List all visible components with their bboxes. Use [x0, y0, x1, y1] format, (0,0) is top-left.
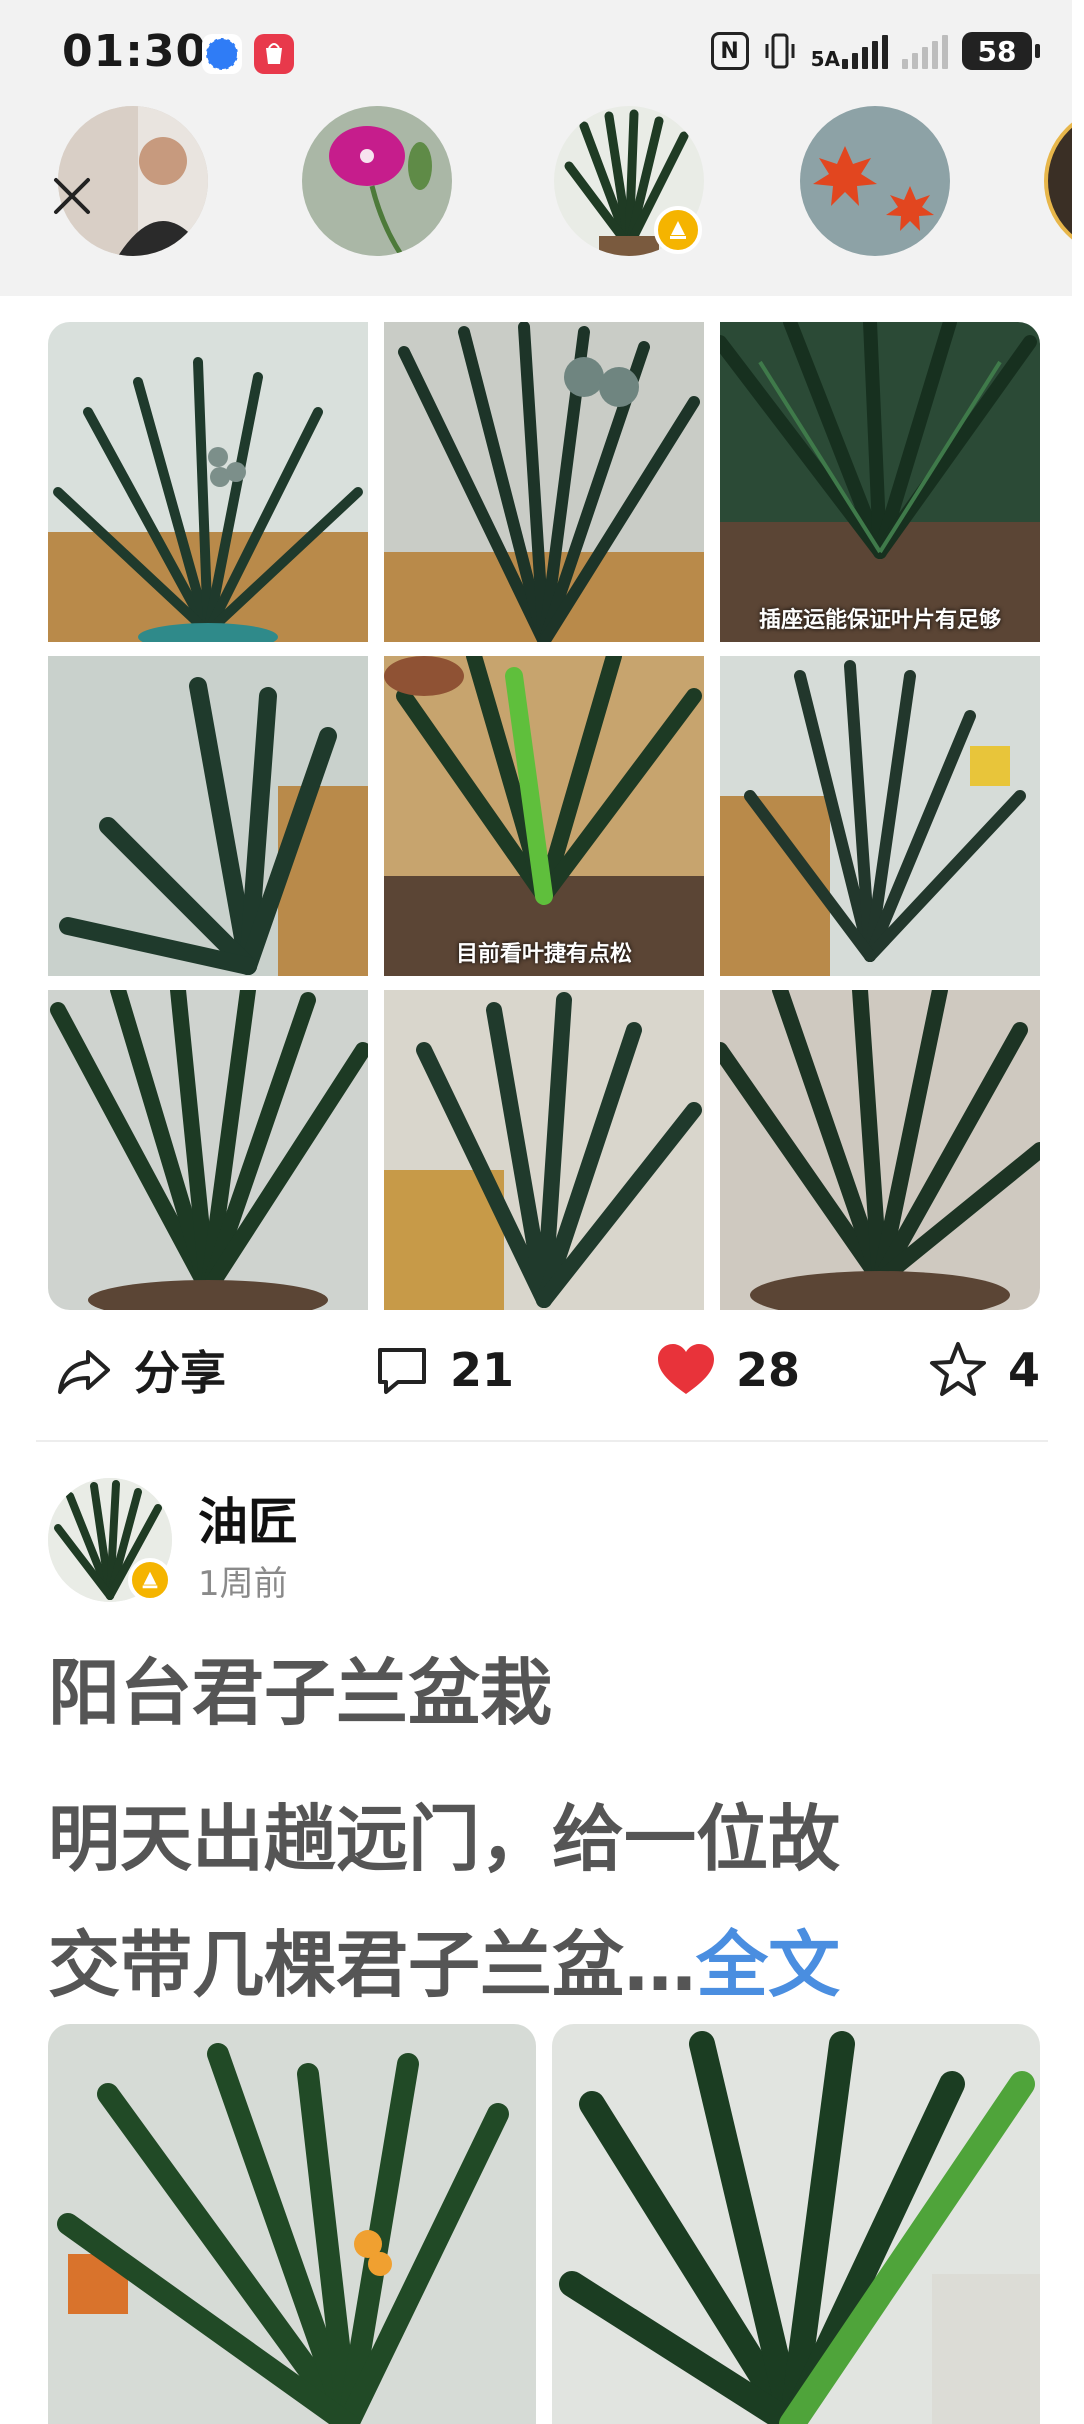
- photo-4[interactable]: [48, 656, 368, 976]
- nfc-icon: N: [710, 32, 749, 70]
- photo-5[interactable]: 目前看叶捷有点松: [384, 656, 704, 976]
- battery-indicator: 58: [962, 32, 1040, 70]
- status-time: 01:30: [62, 26, 208, 77]
- post-body-line: 交带几棵君子兰盆…: [48, 1923, 697, 2007]
- photo-grid: 插座运能保证叶片有足够 目前看叶捷有点松: [48, 322, 1040, 1312]
- favorite-button[interactable]: 4: [928, 1330, 1040, 1410]
- vip-badge-icon: [128, 1558, 172, 1602]
- close-icon[interactable]: [46, 170, 98, 222]
- photo-9[interactable]: [720, 990, 1040, 1310]
- photo-3[interactable]: 插座运能保证叶片有足够: [720, 322, 1040, 642]
- post-photo-1[interactable]: [48, 2024, 536, 2424]
- star-icon: [930, 1342, 986, 1396]
- share-label: 分享: [134, 1346, 226, 1400]
- story-pink-flower[interactable]: [302, 106, 452, 256]
- comment-count: 21: [450, 1343, 515, 1397]
- signal-icon: [842, 33, 888, 69]
- signal-sim2-icon: [902, 33, 948, 69]
- post-body-line: 明天出趟远门，给一位故: [48, 1797, 841, 1881]
- share-button[interactable]: 分享: [54, 1330, 226, 1410]
- app-gallery-icon: [254, 34, 294, 74]
- stories-strip: [0, 106, 1072, 266]
- post-title[interactable]: 阳台君子兰盆栽: [48, 1652, 1040, 1734]
- vibrate-icon: [763, 32, 797, 70]
- photo-caption: 插座运能保证叶片有足够: [758, 608, 1001, 633]
- heart-icon: [658, 1344, 714, 1394]
- story-next[interactable]: [1044, 106, 1072, 256]
- post-time: 1周前: [198, 1564, 288, 1604]
- vip-badge-icon: [654, 206, 702, 254]
- post-photo-2[interactable]: [552, 2024, 1040, 2424]
- author-name[interactable]: 油匠: [198, 1482, 298, 1554]
- like-button[interactable]: 28: [656, 1330, 800, 1410]
- photo-2[interactable]: [384, 322, 704, 642]
- post-photos: [48, 2024, 1040, 2424]
- post-author: 油匠 1周前: [48, 1478, 948, 1608]
- read-more-link[interactable]: 全文: [696, 1923, 840, 2007]
- browser-app-icon: [202, 34, 242, 74]
- photo-6[interactable]: [720, 656, 1040, 976]
- story-maple[interactable]: [800, 106, 950, 256]
- action-bar: 分享 21 28 4: [48, 1330, 1040, 1410]
- comment-button[interactable]: 21: [374, 1330, 514, 1410]
- favorite-count: 4: [1008, 1343, 1041, 1397]
- like-count: 28: [736, 1343, 801, 1397]
- network-type-label: 5A: [810, 47, 840, 71]
- comment-icon: [378, 1348, 426, 1394]
- post-body[interactable]: 明天出趟远门，给一位故 交带几棵君子兰盆…全文: [48, 1776, 1040, 2028]
- photo-7[interactable]: [48, 990, 368, 1310]
- status-bar: 01:30 N 5A 58: [0, 0, 1072, 110]
- share-icon: [58, 1350, 110, 1394]
- top-bar: 01:30 N 5A 58: [0, 0, 1072, 296]
- photo-8[interactable]: [384, 990, 704, 1310]
- divider: [36, 1440, 1048, 1442]
- photo-caption: 目前看叶捷有点松: [455, 942, 632, 967]
- status-icons: N 5A 58: [710, 32, 1040, 71]
- photo-1[interactable]: [48, 322, 368, 642]
